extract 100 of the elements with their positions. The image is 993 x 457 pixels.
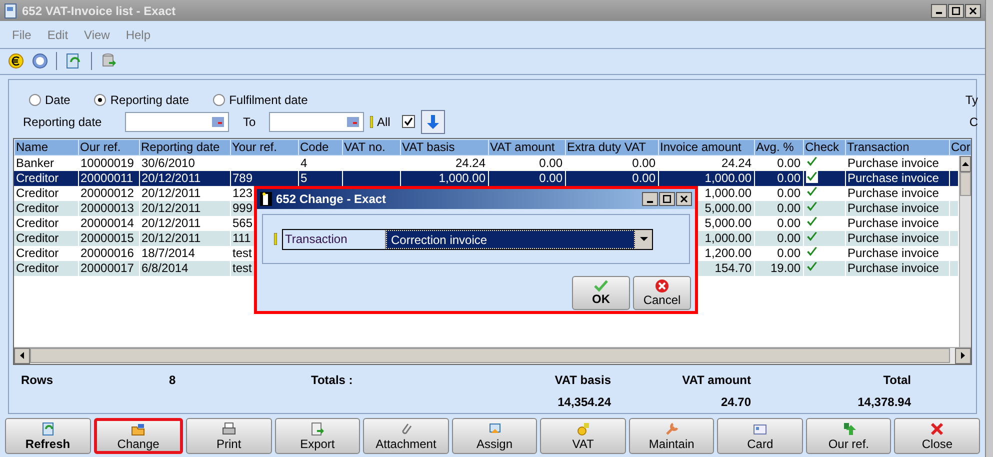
column-header[interactable]: VAT amount [488,139,566,156]
column-header[interactable]: VAT basis [400,139,488,156]
coin-icon[interactable] [8,53,24,70]
table-cell: 1,000.00 [704,186,752,200]
summary-label: VAT amount [681,372,751,389]
table-cell: 0.00 [777,246,800,260]
table-cell: 0.00 [539,171,562,186]
radio-option[interactable]: Reporting date [94,90,190,109]
column-header[interactable]: Extra duty VAT [566,139,658,156]
column-header[interactable]: Transaction [846,139,950,156]
table-cell: 10000019 [80,156,134,170]
date-field[interactable] [125,112,229,132]
date-field[interactable] [269,112,364,132]
field-label: C [969,114,978,131]
close-button[interactable] [676,192,692,206]
minimize-icon [936,12,942,14]
toolbar-button[interactable]: Card [717,418,803,454]
close-button[interactable] [965,4,981,18]
wrench-icon [664,420,680,437]
table-cell: Banker [16,156,54,170]
toolbar-button[interactable]: Export [274,418,360,454]
table-cell: 20000013 [80,201,134,216]
toolbar-button[interactable]: Maintain [628,418,714,454]
table-cell: 5,000.00 [704,201,752,216]
table-cell: Creditor [16,171,59,186]
calendar-icon[interactable] [347,116,359,127]
toolbar-button[interactable]: Print [186,418,272,454]
table-cell: 19.00 [770,261,800,276]
document-icon [260,192,272,206]
calendar-icon[interactable] [212,116,224,127]
table-row[interactable]: Creditor 20000011 20/12/2011 789 5 1,000.00 0.00 0.00 1,000.00 0.00 Purchase invoice [14,170,958,186]
table-cell: Purchase invoice [848,231,939,246]
document-icon [4,2,18,19]
coins-icon [575,420,592,437]
column-header[interactable]: Your ref. [230,139,298,156]
export-icon [309,420,326,437]
table-row[interactable]: Banker 10000019 30/6/2010 4 24.24 0.00 0.00 24.24 0.00 Purchase invoice [14,156,958,171]
scroll-right-icon[interactable] [961,352,965,360]
dialog-button[interactable]: Cancel [633,276,691,310]
table-cell: 1,000.00 [704,171,752,186]
summary-label: VAT basis [554,372,611,389]
table-cell: 111 [232,231,251,246]
column-header[interactable]: Check [804,139,846,156]
field-label: Reporting date [23,114,103,131]
table-cell: Purchase invoice [848,201,939,216]
toolbar-button[interactable]: VAT [540,418,626,454]
table-cell: 5,000.00 [704,216,752,230]
column-header[interactable]: Code [298,139,342,156]
minimize-button[interactable] [931,4,947,18]
table-cell: 20000015 [80,231,134,246]
table-cell: 0.00 [777,186,800,200]
table-cell: Creditor [16,231,59,246]
table-cell: test [232,261,252,276]
toolbar-button[interactable]: Close [894,418,980,454]
sort-button[interactable] [421,110,446,134]
maximize-button[interactable] [948,4,964,18]
toolbar-button[interactable]: Refresh [5,418,91,454]
table-cell: 0.00 [777,231,800,246]
field-label: Transaction [284,230,348,248]
vertical-scrollbar[interactable] [958,156,971,349]
table-cell: 24.24 [721,156,752,170]
column-header[interactable]: Cor [950,139,971,156]
scrollbar-thumb[interactable] [960,172,971,196]
table-cell: Purchase invoice [848,156,939,170]
scroll-up-icon[interactable] [962,162,969,166]
toolbar-button[interactable]: Attachment [363,418,449,454]
toolbar-button[interactable]: Our ref. [806,418,892,454]
close-icon [680,195,688,203]
scroll-left-icon[interactable] [20,352,24,360]
table-cell: 20/12/2011 [142,231,201,246]
column-header[interactable]: Name [14,139,78,156]
table-cell: Purchase invoice [848,246,939,260]
column-header[interactable]: VAT no. [342,139,400,156]
table-cell: 18/7/2014 [142,246,195,260]
minimize-button[interactable] [642,192,658,206]
column-header[interactable]: Our ref. [78,139,140,156]
table-cell: Purchase invoice [848,186,939,200]
horizontal-scrollbar[interactable] [14,346,971,364]
summary-value: 24.70 [720,394,751,411]
column-header[interactable]: Invoice amount [658,139,754,156]
table-cell: 1,200.00 [704,246,752,260]
maximize-button[interactable] [659,192,675,206]
column-header[interactable]: Avg. % [754,139,804,156]
summary-label: Totals : [310,372,354,389]
column-header[interactable]: Reporting date [140,139,230,156]
field-label: To [243,114,257,131]
refresh-document-icon[interactable] [65,52,83,70]
transaction-dropdown[interactable]: Correction invoice [385,230,652,248]
toolbar-button[interactable]: Assign [452,418,538,454]
table-cell: 20/12/2011 [142,186,201,200]
toolbar-button[interactable]: Change [94,418,184,454]
table-cell: 6/8/2014 [142,261,188,276]
radio-option[interactable]: Date [29,90,70,109]
field-label: All [377,114,390,131]
checkmark-icon [594,280,608,292]
checkbox[interactable] [402,115,416,128]
dialog-button[interactable]: OK [572,276,630,310]
window-title: 652 VAT-Invoice list - Exact [22,2,176,20]
radio-option[interactable]: Fulfilment date [213,90,308,109]
summary-value: 14,354.24 [556,394,611,411]
